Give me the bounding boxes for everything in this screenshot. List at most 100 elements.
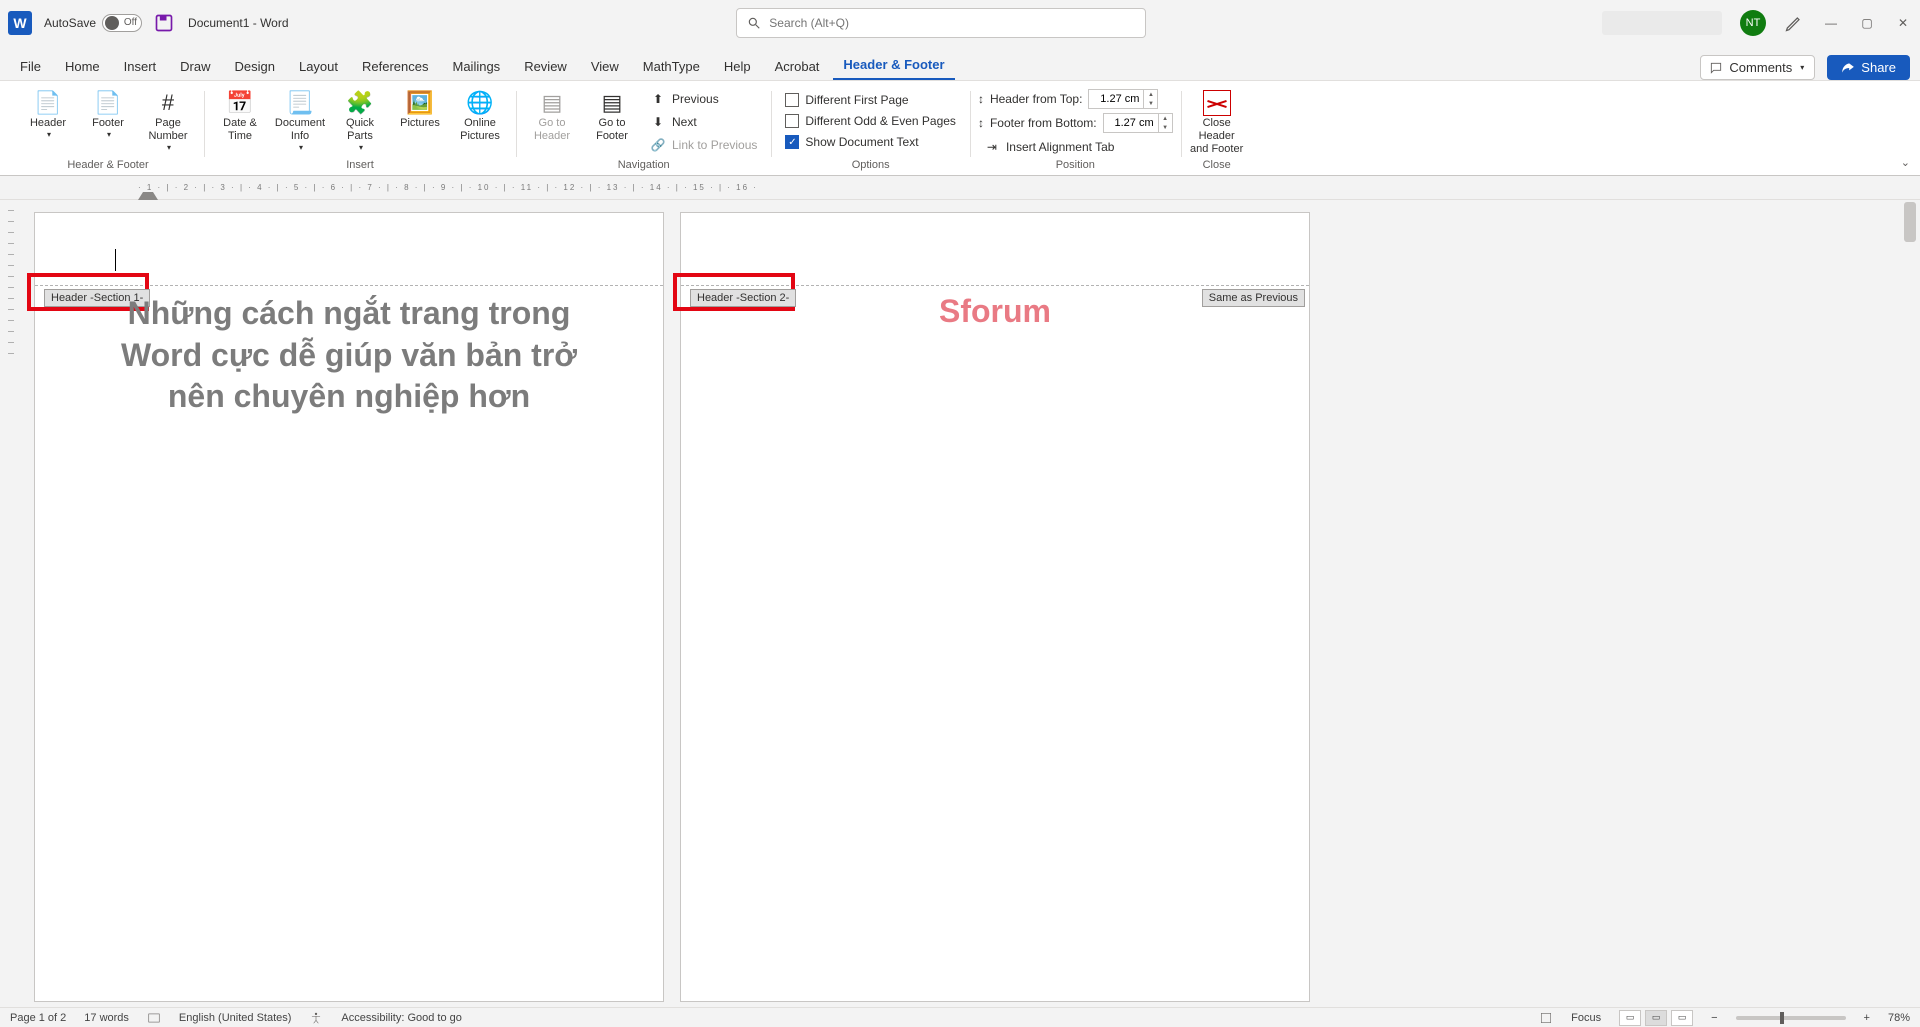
next-button[interactable]: ⬇Next (644, 112, 763, 132)
tab-references[interactable]: References (352, 53, 438, 80)
tab-view[interactable]: View (581, 53, 629, 80)
spellcheck-icon[interactable] (147, 1011, 161, 1025)
vertical-ruler[interactable] (0, 200, 22, 1007)
tab-acrobat[interactable]: Acrobat (765, 53, 830, 80)
group-label-insert: Insert (346, 159, 374, 173)
group-insert: 📅Date & Time 📃Document Info▾ 🧩Quick Part… (204, 83, 516, 175)
tab-home[interactable]: Home (55, 53, 110, 80)
comments-button[interactable]: Comments ▾ (1700, 55, 1815, 80)
zoom-slider[interactable] (1736, 1016, 1846, 1020)
accessibility-icon (309, 1011, 323, 1025)
autosave-state: Off (124, 17, 137, 28)
link-previous-button: 🔗Link to Previous (644, 135, 763, 155)
group-header-footer: 📄Header▾ 📄Footer▾ #Page Number▾ Header &… (12, 83, 204, 175)
footer-bottom-spinner[interactable]: ▲▼ (1159, 113, 1173, 133)
footer-bottom-icon: ↕ (978, 116, 984, 130)
chevron-down-icon: ▼ (1159, 123, 1172, 132)
share-button[interactable]: Share (1827, 55, 1910, 80)
vertical-scrollbar[interactable] (1902, 200, 1918, 1007)
header-from-top-label: Header from Top: (990, 92, 1083, 106)
calendar-icon: 📅 (224, 89, 256, 117)
scrollbar-thumb[interactable] (1904, 202, 1916, 242)
different-odd-even-checkbox[interactable]: Different Odd & Even Pages (779, 112, 962, 130)
quickparts-icon: 🧩 (344, 89, 376, 117)
page-number-button[interactable]: #Page Number▾ (140, 87, 196, 153)
page-number-icon: # (152, 89, 184, 117)
ribbon-tabs: File Home Insert Draw Design Layout Refe… (0, 46, 1920, 80)
header-top-spinner[interactable]: ▲▼ (1144, 89, 1158, 109)
checkbox-icon (785, 93, 799, 107)
goto-header-icon: ▤ (536, 89, 568, 117)
tab-review[interactable]: Review (514, 53, 577, 80)
pictures-button[interactable]: 🖼️Pictures (392, 87, 448, 153)
status-page[interactable]: Page 1 of 2 (10, 1012, 66, 1024)
print-layout-button[interactable]: ▭ (1645, 1010, 1667, 1026)
web-layout-button[interactable]: ▭ (1671, 1010, 1693, 1026)
tab-insert[interactable]: Insert (114, 53, 167, 80)
onlinepics-icon: 🌐 (464, 89, 496, 117)
footer-from-bottom-input[interactable] (1103, 113, 1159, 133)
save-icon[interactable] (154, 13, 174, 33)
chevron-down-icon: ▾ (1800, 63, 1804, 72)
show-document-text-checkbox[interactable]: ✓Show Document Text (779, 133, 962, 151)
close-x-icon (1203, 90, 1231, 116)
close-window-button[interactable]: ✕ (1894, 14, 1912, 32)
ribbon-collapse-button[interactable]: ⌄ (1901, 156, 1910, 169)
comments-label: Comments (1729, 60, 1792, 75)
onlinepics-label: Online Pictures (452, 117, 508, 143)
page-2[interactable]: Header -Section 2- Same as Previous Sfor… (680, 212, 1310, 1002)
page-container: Header -Section 1- Những cách ngắt trang… (34, 212, 1310, 1002)
goto-footer-button[interactable]: ▤Go to Footer (584, 87, 640, 155)
minimize-button[interactable]: — (1822, 14, 1840, 32)
link-icon: 🔗 (650, 137, 666, 153)
ruler-ticks: · 1 · | · 2 · | · 3 · | · 4 · | · 5 · | … (138, 183, 758, 192)
zoom-in-button[interactable]: + (1864, 1012, 1870, 1024)
view-mode-buttons: ▭ ▭ ▭ (1619, 1010, 1693, 1026)
read-mode-button[interactable]: ▭ (1619, 1010, 1641, 1026)
tab-mailings[interactable]: Mailings (443, 53, 511, 80)
account-name-block[interactable] (1602, 11, 1722, 35)
header-from-top-input[interactable] (1088, 89, 1144, 109)
different-first-page-checkbox[interactable]: Different First Page (779, 91, 962, 109)
tab-header-footer[interactable]: Header & Footer (833, 51, 954, 80)
tab-design[interactable]: Design (225, 53, 285, 80)
goto-header-button: ▤Go to Header (524, 87, 580, 155)
autosave-toggle[interactable]: Off (102, 14, 142, 32)
share-icon (1841, 61, 1855, 75)
status-language[interactable]: English (United States) (179, 1012, 292, 1024)
date-time-button[interactable]: 📅Date & Time (212, 87, 268, 153)
tab-file[interactable]: File (10, 53, 51, 80)
status-accessibility[interactable]: Accessibility: Good to go (341, 1012, 461, 1024)
document-info-button[interactable]: 📃Document Info▾ (272, 87, 328, 153)
next-icon: ⬇ (650, 114, 666, 130)
page-1[interactable]: Header -Section 1- Những cách ngắt trang… (34, 212, 664, 1002)
zoom-level[interactable]: 78% (1888, 1012, 1910, 1024)
pen-mode-icon[interactable] (1784, 13, 1804, 33)
tab-draw[interactable]: Draw (170, 53, 220, 80)
insert-alignment-tab-button[interactable]: ⇥Insert Alignment Tab (978, 137, 1173, 157)
checkbox-icon (785, 114, 799, 128)
horizontal-ruler[interactable]: · 1 · | · 2 · | · 3 · | · 4 · | · 5 · | … (0, 176, 1920, 200)
footer-from-bottom-row: ↕ Footer from Bottom: ▲▼ (978, 113, 1173, 133)
tab-layout[interactable]: Layout (289, 53, 348, 80)
group-label-close: Close (1203, 159, 1231, 173)
quick-parts-button[interactable]: 🧩Quick Parts▾ (332, 87, 388, 153)
footer-btn-label: Footer (92, 117, 124, 130)
online-pictures-button[interactable]: 🌐Online Pictures (452, 87, 508, 153)
close-header-footer-button[interactable]: Close Header and Footer (1189, 87, 1245, 157)
tab-mathtype[interactable]: MathType (633, 53, 710, 80)
group-label-hf: Header & Footer (67, 159, 148, 173)
search-input[interactable] (769, 16, 1135, 30)
docinfo-label: Document Info (272, 117, 328, 143)
status-focus[interactable]: Focus (1571, 1012, 1601, 1024)
previous-button[interactable]: ⬆Previous (644, 89, 763, 109)
header-button[interactable]: 📄Header▾ (20, 87, 76, 153)
user-avatar[interactable]: NT (1740, 10, 1766, 36)
maximize-button[interactable]: ▢ (1858, 14, 1876, 32)
footer-button[interactable]: 📄Footer▾ (80, 87, 136, 153)
footer-from-bottom-label: Footer from Bottom: (990, 116, 1097, 130)
zoom-out-button[interactable]: − (1711, 1012, 1717, 1024)
tab-help[interactable]: Help (714, 53, 761, 80)
search-box[interactable] (736, 8, 1146, 38)
status-word-count[interactable]: 17 words (84, 1012, 129, 1024)
